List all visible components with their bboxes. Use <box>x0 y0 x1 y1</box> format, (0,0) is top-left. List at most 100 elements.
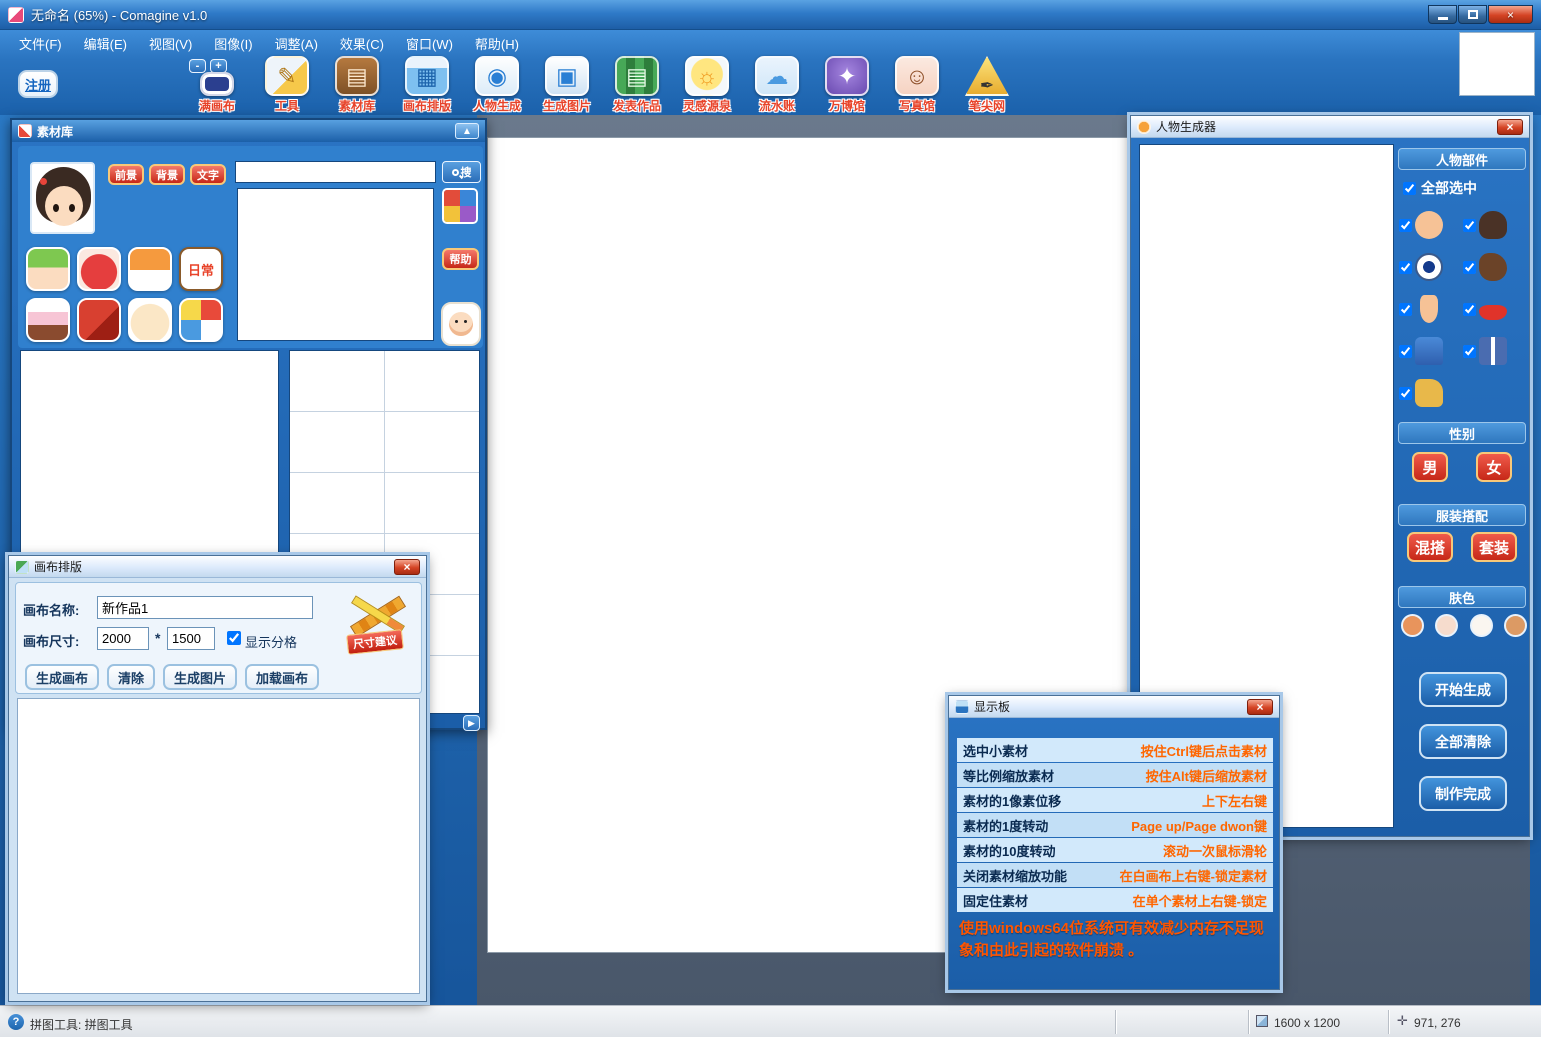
toolbar-button[interactable]: ✒ 笔尖网 <box>952 56 1022 114</box>
layout-action-button[interactable]: 加载画布 <box>245 664 319 690</box>
layout-action-button[interactable]: 生成画布 <box>25 664 99 690</box>
category-icon[interactable] <box>128 247 172 291</box>
layer-tag-button[interactable]: 文字 <box>190 164 226 185</box>
toolbar-button[interactable]: ☼ 灵感源泉 <box>672 56 742 114</box>
search-button[interactable]: 搜 <box>442 161 481 183</box>
part-option[interactable] <box>1463 330 1527 372</box>
select-all-checkbox[interactable] <box>1403 182 1416 195</box>
mix-button[interactable]: 混搭 <box>1407 532 1453 562</box>
menu-item[interactable]: 效果(C) <box>329 31 395 56</box>
female-button[interactable]: 女 <box>1476 452 1512 482</box>
part-checkbox[interactable] <box>1399 303 1412 316</box>
minimize-button[interactable] <box>1428 5 1457 24</box>
character-action-button[interactable]: 全部清除 <box>1419 724 1507 759</box>
toolbar-button[interactable]: ☁ 流水账 <box>742 56 812 114</box>
layout-action-button[interactable]: 生成图片 <box>163 664 237 690</box>
part-checkbox[interactable] <box>1463 345 1476 358</box>
skin-swatch[interactable] <box>1504 614 1527 637</box>
part-option[interactable] <box>1399 288 1463 330</box>
toolbar-button[interactable]: ▦ 画布排版 <box>392 56 462 114</box>
search-input[interactable] <box>235 161 436 183</box>
material-preview-box[interactable] <box>20 350 279 570</box>
character-action-button[interactable]: 制作完成 <box>1419 776 1507 811</box>
canvas-width-input[interactable] <box>97 627 149 650</box>
material-result-list[interactable] <box>237 188 434 341</box>
header: 文件(F) 编辑(E) 视图(V) 图像(I) 调整(A) 效果(C) 窗口(W… <box>0 30 1541 115</box>
category-icon[interactable]: 日常 <box>179 247 223 291</box>
category-icon[interactable] <box>26 298 70 342</box>
menu-item[interactable]: 编辑(E) <box>73 31 138 56</box>
color-grid-button[interactable] <box>442 188 478 224</box>
status-divider <box>1248 1010 1249 1034</box>
part-checkbox[interactable] <box>1399 261 1412 274</box>
shortcut-table: 选中小素材 按住Ctrl键后点击素材 等比例缩放素材 按住Alt键后缩放素材 素… <box>957 738 1273 913</box>
character-action-button[interactable]: 开始生成 <box>1419 672 1507 707</box>
toolbar: 满画布 ✎ 工具 ▤ 素材库 ▦ 画布排版 ◉ <box>182 56 1022 114</box>
toolbar-button[interactable]: ▤ 素材库 <box>322 56 392 114</box>
part-checkbox[interactable] <box>1463 303 1476 316</box>
part-option[interactable] <box>1399 204 1463 246</box>
skin-swatch[interactable] <box>1401 614 1424 637</box>
skin-swatch[interactable] <box>1435 614 1458 637</box>
menu-item[interactable]: 帮助(H) <box>464 31 530 56</box>
layer-tag-button[interactable]: 背景 <box>149 164 185 185</box>
canvas-height-input[interactable] <box>167 627 215 650</box>
toolbar-button[interactable]: ◉ 人物生成 <box>462 56 532 114</box>
canvas-name-input[interactable] <box>97 596 313 619</box>
menu-item[interactable]: 图像(I) <box>203 31 263 56</box>
avatar[interactable] <box>30 162 95 234</box>
part-option[interactable] <box>1399 246 1463 288</box>
skin-swatch[interactable] <box>1470 614 1493 637</box>
collapse-arrow-button[interactable]: ▲ <box>455 123 479 139</box>
close-button[interactable]: × <box>1488 5 1533 24</box>
part-option[interactable] <box>1463 288 1527 330</box>
menu-item[interactable]: 窗口(W) <box>395 31 464 56</box>
category-icon[interactable] <box>77 247 121 291</box>
category-icon[interactable] <box>128 298 172 342</box>
toolbar-button[interactable]: ▤ 发表作品 <box>602 56 672 114</box>
layout-action-button[interactable]: 清除 <box>107 664 155 690</box>
part-checkbox[interactable] <box>1463 261 1476 274</box>
face-category-icon[interactable] <box>441 302 481 346</box>
part-checkbox[interactable] <box>1399 219 1412 232</box>
select-all-row[interactable]: 全部选中 <box>1403 178 1477 198</box>
show-grid-checkbox[interactable] <box>227 631 241 645</box>
character-panel-close-button[interactable]: × <box>1497 119 1523 135</box>
help-button[interactable]: 帮助 <box>442 248 479 270</box>
layout-buttons: 生成画布 清除 生成图片 加载画布 <box>25 664 319 690</box>
toolbar-button[interactable]: ✦ 万博馆 <box>812 56 882 114</box>
male-button[interactable]: 男 <box>1412 452 1448 482</box>
toolbar-button[interactable]: ✎ 工具 <box>252 56 322 114</box>
layer-tag-button[interactable]: 前景 <box>108 164 144 185</box>
menu-item[interactable]: 视图(V) <box>138 31 203 56</box>
next-page-arrow[interactable]: ▶ <box>463 715 480 731</box>
category-icon[interactable] <box>26 247 70 291</box>
category-icon[interactable] <box>77 298 121 342</box>
toolbar-button[interactable]: 满画布 <box>182 56 252 114</box>
canvas-size-label: 画布尺寸: <box>23 631 79 650</box>
part-option[interactable] <box>1399 372 1463 414</box>
menu-item[interactable]: 调整(A) <box>264 31 329 56</box>
layout-panel-close-button[interactable]: × <box>394 559 420 575</box>
shortcut-action: 选中小素材 <box>957 741 1090 760</box>
window-title: 无命名 (65%) - Comagine v1.0 <box>31 5 207 24</box>
suit-button[interactable]: 套装 <box>1471 532 1517 562</box>
menu-item[interactable]: 文件(F) <box>8 31 73 56</box>
display-panel-close-button[interactable]: × <box>1247 699 1273 715</box>
layout-preview-area[interactable] <box>17 698 420 994</box>
part-checkbox[interactable] <box>1399 345 1412 358</box>
part-checkbox[interactable] <box>1399 387 1412 400</box>
part-option[interactable] <box>1399 330 1463 372</box>
toolbar-button[interactable]: ☺ 写真馆 <box>882 56 952 114</box>
register-button[interactable]: 注册 <box>18 70 58 98</box>
part-icon <box>1479 211 1507 239</box>
category-icon[interactable] <box>179 298 223 342</box>
toolbar-label: 素材库 <box>339 97 375 114</box>
memory-warning-text: 使用windows64位系统可有效减少内存不足现象和由此引起的软件崩溃 。 <box>959 918 1271 962</box>
part-checkbox[interactable] <box>1463 219 1476 232</box>
part-option[interactable] <box>1463 204 1527 246</box>
part-option[interactable] <box>1463 246 1527 288</box>
maximize-button[interactable] <box>1458 5 1487 24</box>
toolbar-button[interactable]: ▣ 生成图片 <box>532 56 602 114</box>
size-suggestion-icon[interactable]: 尺寸建议 <box>341 590 415 652</box>
